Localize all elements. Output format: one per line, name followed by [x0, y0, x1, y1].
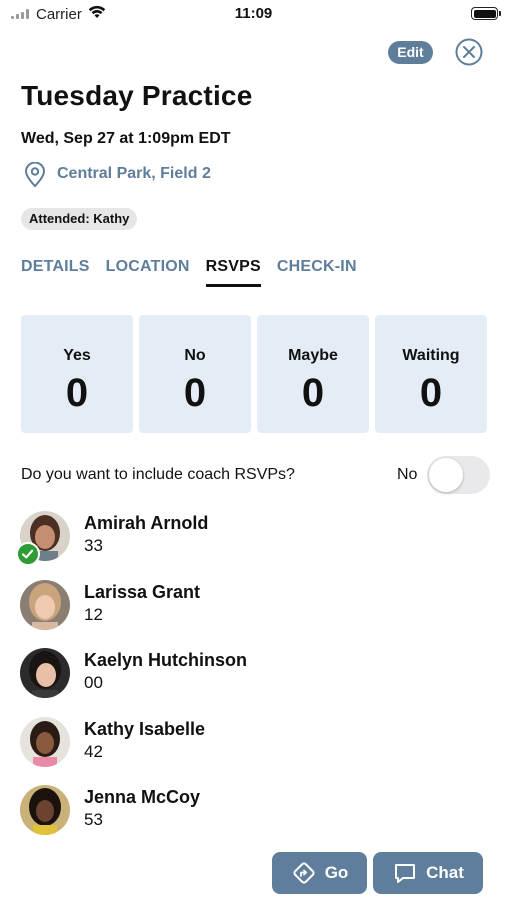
player-number: 53: [84, 810, 103, 829]
player-number: 12: [84, 604, 103, 624]
stat-label: No: [184, 347, 206, 364]
event-title: Tuesday Practice: [21, 80, 253, 111]
list-item[interactable]: Jenna McCoy 53: [0, 782, 507, 851]
stat-no: No 0: [139, 315, 251, 433]
tab-rsvps[interactable]: RSVPS: [205, 258, 262, 287]
player-name: Kaelyn Hutchinson: [84, 650, 248, 670]
event-datetime: Wed, Sep 27 at 1:09pm EDT: [21, 130, 231, 147]
player-number: 42: [84, 741, 103, 761]
stat-waiting: Waiting 0: [375, 315, 487, 433]
tab-bar: DETAILS LOCATION RSVPS CHECK-IN: [21, 258, 373, 287]
avatar: [20, 648, 70, 698]
tab-details[interactable]: DETAILS: [21, 258, 90, 286]
clock-time: 11:09: [234, 5, 273, 22]
chat-button[interactable]: Chat: [373, 852, 483, 894]
chat-icon: [395, 864, 416, 883]
stat-value: 0: [301, 371, 325, 415]
avatar: [20, 716, 70, 767]
avatar: [20, 579, 70, 630]
go-label: Go: [324, 863, 349, 882]
tab-check-in[interactable]: CHECK-IN: [277, 258, 357, 286]
directions-icon: [293, 862, 315, 884]
status-bar: Carrier 11:09: [0, 0, 507, 28]
player-number: 33: [84, 536, 103, 555]
stat-yes: Yes 0: [21, 315, 133, 433]
player-name: Larissa Grant: [84, 581, 201, 602]
stat-maybe: Maybe 0: [257, 315, 369, 433]
avatar: [20, 785, 70, 835]
close-icon[interactable]: [455, 38, 483, 66]
rsvp-roster: Amirah Arnold 33 Larissa Grant 12 Kaelyn…: [0, 508, 507, 851]
location-pin-icon: [24, 162, 46, 188]
event-location-link[interactable]: Central Park, Field 2: [57, 165, 211, 183]
coach-rsvp-value: No: [397, 466, 418, 483]
stat-label: Yes: [63, 347, 91, 364]
player-name: Jenna McCoy: [84, 787, 201, 807]
edit-button[interactable]: Edit: [388, 41, 433, 64]
player-name: Amirah Arnold: [84, 513, 209, 533]
stat-value: 0: [183, 371, 207, 415]
stat-label: Maybe: [288, 347, 338, 364]
list-item[interactable]: Larissa Grant 12: [0, 577, 507, 646]
list-item[interactable]: Amirah Arnold 33: [0, 508, 507, 577]
rsvp-stats: Yes 0 No 0 Maybe 0 Waiting 0: [21, 315, 487, 433]
list-item[interactable]: Kathy Isabelle 42: [0, 714, 507, 783]
checked-in-icon: [16, 542, 40, 566]
player-number: 00: [84, 673, 103, 692]
go-button[interactable]: Go: [272, 852, 367, 894]
battery-icon: [471, 7, 501, 20]
chat-label: Chat: [426, 863, 464, 882]
attended-badge: Attended: Kathy: [21, 208, 138, 230]
coach-rsvp-toggle[interactable]: [427, 456, 490, 494]
stat-value: 0: [65, 371, 89, 415]
stat-value: 0: [419, 371, 443, 415]
toggle-knob: [429, 458, 463, 492]
coach-rsvp-question: Do you want to include coach RSVPs?: [21, 466, 295, 483]
tab-location[interactable]: LOCATION: [106, 258, 190, 286]
player-name: Kathy Isabelle: [84, 718, 206, 739]
stat-label: Waiting: [402, 347, 460, 364]
list-item[interactable]: Kaelyn Hutchinson 00: [0, 645, 507, 714]
